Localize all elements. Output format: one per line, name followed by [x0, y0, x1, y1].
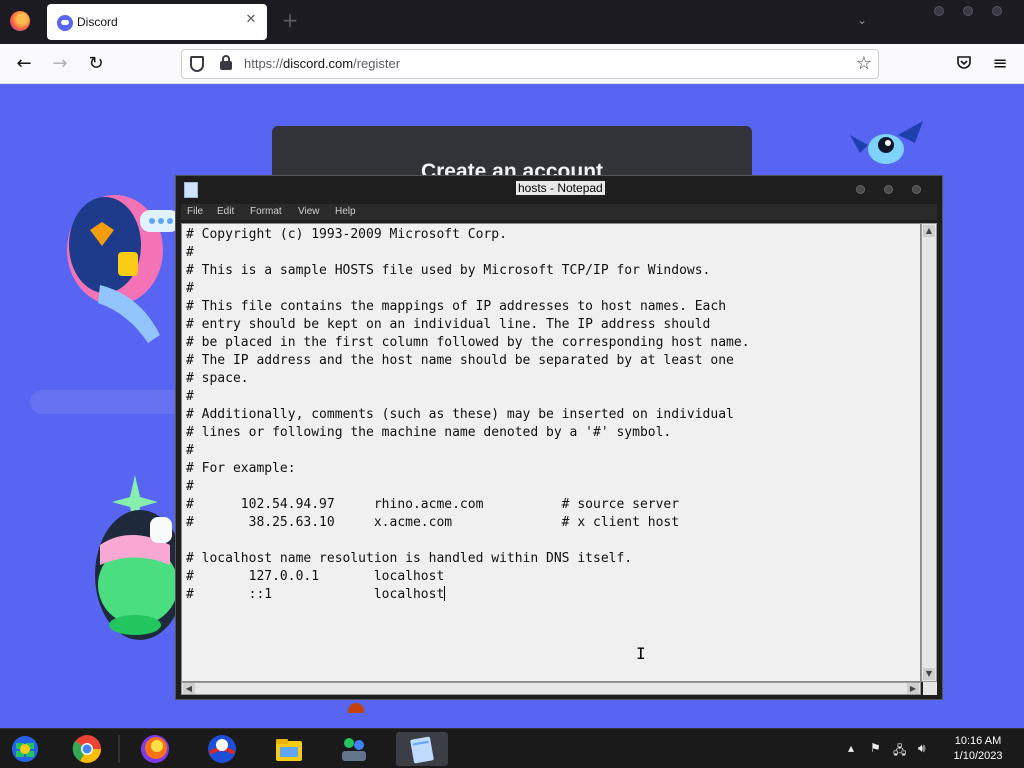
clock-time: 10:16 AM — [954, 735, 1002, 747]
text-line-last: # ::1 localhost — [186, 586, 750, 604]
firefox-logo-icon — [10, 11, 30, 31]
text-line: # Copyright (c) 1993-2009 Microsoft Corp… — [186, 227, 507, 242]
start-button[interactable] — [8, 733, 42, 765]
menu-view[interactable]: View — [298, 206, 320, 217]
taskbar: ▴ ⚑ 🖧 🔊︎ 10:16 AM 1/10/2023 — [0, 728, 1024, 768]
bookmark-star-icon[interactable]: ☆ — [856, 54, 872, 74]
text-line: # — [186, 281, 194, 296]
text-line: # entry should be kept on an individual … — [186, 317, 711, 332]
ibeam-cursor-icon: I — [636, 644, 646, 663]
notepad-text-area[interactable]: # Copyright (c) 1993-2009 Microsoft Corp… — [181, 223, 921, 682]
text-line: # This file contains the mappings of IP … — [186, 299, 727, 314]
app-menu-hamburger-icon[interactable]: ≡ — [990, 54, 1010, 74]
text-line: # — [186, 245, 194, 260]
text-line: # be placed in the first column followed… — [186, 335, 750, 350]
file-explorer-taskbar-icon[interactable] — [272, 733, 306, 765]
reload-icon[interactable]: ↻ — [86, 54, 106, 74]
character-illustration-icon — [67, 195, 180, 343]
forward-arrow-icon[interactable]: → — [50, 54, 70, 74]
text-line — [186, 532, 750, 550]
system-clock[interactable]: 10:16 AM 1/10/2023 — [942, 734, 1014, 764]
scroll-left-arrow-icon[interactable]: ◀ — [183, 683, 195, 694]
text-line: # ::1 localhost — [186, 587, 445, 602]
browser-tabstrip: Discord ✕ + ⌄ — [0, 0, 1024, 44]
tab-close-icon[interactable]: ✕ — [243, 12, 259, 28]
notepad-close-button[interactable] — [912, 185, 921, 194]
volume-icon[interactable]: 🔊︎ — [918, 741, 926, 756]
clock-date: 1/10/2023 — [953, 750, 1003, 762]
text-line: # localhost name resolution is handled w… — [186, 551, 633, 566]
action-center-flag-icon[interactable]: ⚑ — [870, 741, 881, 755]
browser-navbar: ← → ↻ https://discord.com/register ☆ ≡ — [0, 44, 1024, 84]
notepad-maximize-button[interactable] — [884, 185, 893, 194]
discord-favicon-icon — [57, 15, 73, 31]
menu-help[interactable]: Help — [335, 206, 356, 217]
notepad-app-icon[interactable] — [184, 182, 198, 198]
text-line: # Additionally, comments (such as these)… — [186, 407, 734, 422]
pocket-icon[interactable] — [954, 54, 974, 74]
menu-edit[interactable]: Edit — [217, 206, 234, 217]
hosts-file-content[interactable]: # Copyright (c) 1993-2009 Microsoft Corp… — [186, 226, 750, 604]
scroll-down-arrow-icon[interactable]: ▼ — [923, 668, 935, 680]
chrome-taskbar-icon[interactable] — [70, 733, 104, 765]
decoration-blob — [348, 703, 364, 713]
tab-discord[interactable]: Discord ✕ — [47, 4, 267, 40]
text-caret — [444, 586, 446, 601]
notepad-minimize-button[interactable] — [856, 185, 865, 194]
new-tab-button[interactable]: + — [280, 10, 300, 30]
notepad-window[interactable]: hosts - Notepad File Edit Format View He… — [175, 175, 943, 700]
text-line: # — [186, 479, 194, 494]
show-hidden-icons-chevron-icon[interactable]: ▴ — [848, 741, 854, 755]
text-line: # — [186, 443, 194, 458]
menu-format[interactable]: Format — [250, 206, 282, 217]
horizontal-scrollbar[interactable]: ◀ ▶ — [181, 682, 921, 695]
notepad-taskbar-icon[interactable] — [396, 732, 448, 766]
menu-file[interactable]: File — [187, 206, 203, 217]
window-maximize-button[interactable] — [963, 6, 973, 16]
window-close-button[interactable] — [992, 6, 1002, 16]
text-line: # — [186, 389, 194, 404]
notepad-title: hosts - Notepad — [516, 181, 605, 195]
tab-title: Discord — [77, 15, 118, 29]
back-arrow-icon[interactable]: ← — [14, 54, 34, 74]
window-minimize-button[interactable] — [934, 6, 944, 16]
text-line: # For example: — [186, 461, 296, 476]
vertical-scrollbar[interactable]: ▲ ▼ — [921, 223, 937, 682]
text-line: # space. — [186, 371, 249, 386]
text-line: # 102.54.94.97 rhino.acme.com # source s… — [186, 497, 680, 512]
firefox-taskbar-icon[interactable] — [138, 733, 172, 765]
taskbar-separator — [118, 735, 120, 763]
lock-icon[interactable] — [220, 55, 232, 70]
notepad-menubar: File Edit Format View Help — [181, 204, 937, 220]
text-line: # lines or following the machine name de… — [186, 425, 672, 440]
address-bar[interactable]: https://discord.com/register ☆ — [181, 49, 879, 79]
text-line: # 38.25.63.10 x.acme.com # x client host — [186, 515, 680, 530]
tracking-protection-shield-icon[interactable] — [190, 56, 204, 72]
bat-mascot-illustration-icon — [850, 121, 923, 164]
text-line: # This is a sample HOSTS file used by Mi… — [186, 263, 711, 278]
creature-illustration-icon — [95, 475, 180, 640]
scroll-up-arrow-icon[interactable]: ▲ — [923, 225, 935, 237]
campaign-logo-taskbar-icon[interactable] — [205, 733, 239, 765]
url-text[interactable]: https://discord.com/register — [244, 56, 400, 71]
text-line: # The IP address and the host name shoul… — [186, 353, 734, 368]
scroll-right-arrow-icon[interactable]: ▶ — [907, 683, 919, 694]
network-status-icon[interactable]: 🖧 — [893, 741, 906, 762]
text-line: # 127.0.0.1 localhost — [186, 569, 445, 584]
resize-grip-icon[interactable] — [923, 682, 937, 695]
list-all-tabs-chevron-icon[interactable]: ⌄ — [854, 12, 870, 28]
network-app-taskbar-icon[interactable] — [337, 733, 371, 765]
